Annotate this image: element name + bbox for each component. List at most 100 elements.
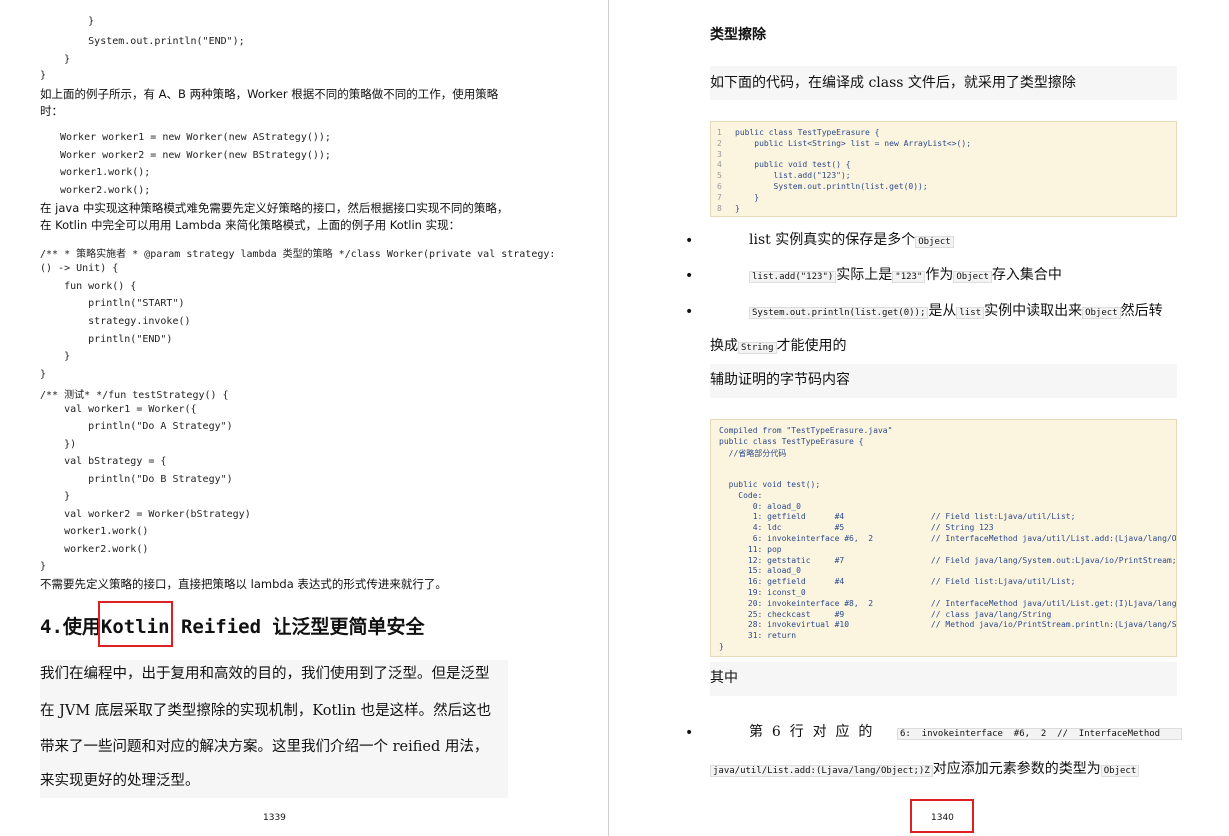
code-line: Worker worker2 = new Worker(new BStrateg… (60, 150, 331, 161)
kotlin-code-line: } (40, 351, 71, 362)
paragraph-line: 在 java 中实现这种策略模式难免需要先定义好策略的接口，然后根据接口实现不同… (40, 201, 509, 215)
bullet-text: 作为 (925, 267, 954, 283)
bullet-continuation: java/util/List.add:(Ljava/lang/Object;)Z… (710, 761, 1140, 780)
inline-code: Object (915, 236, 954, 248)
code-line: System.out.println("END"); (40, 36, 245, 47)
line-number: 6 (717, 182, 722, 191)
bytecode-line: 25: checkcast #9 // class java/lang/Stri… (719, 609, 1052, 619)
code-line: Worker worker1 = new Worker(new AStrateg… (60, 132, 331, 143)
line-number: 3 (717, 149, 722, 159)
bullet-continuation: 换成 String 才能使用的 (710, 338, 847, 357)
code-line: } (40, 54, 71, 65)
inline-code: "123" (892, 271, 926, 283)
red-highlight-box (98, 601, 173, 647)
bytecode-line: //省略部分代码 (719, 448, 787, 458)
bytecode-line: 1: getfield #4 // Field list:Ljava/util/… (719, 512, 1076, 522)
bullet-item: System.out.println(list.get(0)); 是从 list 实例… (749, 303, 1163, 322)
bytecode-line: 28: invokevirtual #10 // Method java/io/… (719, 620, 1177, 630)
code-line: } (735, 203, 740, 213)
paragraph-line: 不需要先定义策略的接口，直接把策略以 lambda 表达式的形式传进来就行了。 (40, 577, 447, 591)
line-number: 7 (717, 192, 722, 202)
bytecode-line: public class TestTypeErasure { (719, 436, 864, 446)
inline-code: Object (1082, 307, 1121, 319)
bullet-text: 才能使用的 (776, 338, 847, 354)
code-line: System.out.println(list.get(0)); (735, 182, 928, 191)
line-number: 4 (717, 160, 722, 170)
code-line: } (40, 70, 47, 81)
kotlin-code-line: println("Do B Strategy") (40, 474, 233, 485)
bullet-dot-icon: • (685, 725, 694, 741)
bytecode-line: 11: pop (719, 544, 782, 554)
bullet-dot-icon: • (685, 233, 694, 249)
bytecode-line: 6: invokeinterface #6, 2 // InterfaceMet… (719, 534, 1177, 543)
code-block-java: 1 public class TestTypeErasure {2 public … (710, 121, 1177, 217)
inline-code: Object (953, 271, 992, 283)
bullet-item: list.add("123") 实际上是 "123" 作为 Object 存入集合中 (749, 267, 1062, 286)
page-number: 1339 (263, 813, 286, 823)
inline-code: String (738, 342, 777, 354)
among-shade (710, 662, 1177, 696)
bytecode-line: public void test(); (719, 480, 821, 489)
body-line: 来实现更好的处理泛型。 (40, 773, 200, 789)
kotlin-code-line: println("START") (40, 298, 185, 309)
heading-suffix: Reified 让泛型更简单安全 (169, 616, 425, 638)
inline-code: 6: invokeinterface #6, 2 // InterfaceMet… (897, 728, 1182, 740)
bytecode-line: 12: getstatic #7 // Field java/lang/Syst… (719, 555, 1177, 565)
bytecode-line: 19: iconst_0 (719, 588, 806, 597)
paragraph-line: 如上面的例子所示，有 A、B 两种策略，Worker 根据不同的策略做不同的工作… (40, 87, 499, 101)
code-line: public class TestTypeErasure { (735, 128, 880, 137)
code-line: list.add("123"); (735, 171, 851, 181)
body-line: 带来了一些问题和对应的解决方案。这里我们介绍一个 reified 用法， (40, 739, 489, 755)
bullet-item: list 实例真实的保存是多个 Object (749, 232, 954, 251)
bullet-dot-icon: • (685, 268, 694, 284)
paragraph-line: 在 Kotlin 中完全可以用用 Lambda 来简化策略模式，上面的例子用 K… (40, 218, 461, 232)
left-page: } System.out.println("END"); } } 如上面的例子所… (0, 0, 608, 836)
inline-code: Object (1100, 765, 1140, 777)
heading-prefix: 4.使用 (40, 616, 101, 638)
kotlin-code-line: worker1.work() (40, 526, 149, 537)
bytecode-line: Compiled from "TestTypeErasure.java" (719, 426, 893, 435)
bullet-text: 存入集合中 (991, 267, 1062, 283)
bullet-item: 第 6 行 对 应 的 (749, 724, 872, 741)
kotlin-code-line: val worker2 = Worker(bStrategy) (40, 509, 251, 520)
bytecode-line: } (719, 642, 724, 651)
paragraph-line: 时： (40, 104, 63, 118)
kotlin-code-line: println("Do A Strategy") (40, 421, 233, 432)
code-line: worker1.work(); (60, 167, 151, 178)
bullet-dot-icon: • (685, 304, 694, 320)
code-line: public void test() { (735, 160, 851, 170)
kotlin-code-line: val worker1 = Worker({ (40, 404, 197, 415)
page-number: 1340 (931, 813, 954, 823)
inline-code: list.add("123") (749, 271, 837, 283)
bytecode-title: 辅助证明的字节码内容 (710, 372, 850, 388)
bullet-text: 实例中读取出来 (984, 303, 1083, 319)
kotlin-code-line: /** 测试* */fun testStrategy() { (40, 390, 229, 401)
inline-code: list (956, 307, 985, 319)
kotlin-code-line: println("END") (40, 334, 173, 345)
bullet-text: 是从 (928, 303, 957, 319)
bytecode-line: 20: invokeinterface #8, 2 // InterfaceMe… (719, 598, 1177, 608)
bytecode-line: 15: aload_0 (719, 566, 801, 576)
intro-text: 如下面的代码，在编译成 class 文件后，就采用了类型擦除 (710, 75, 1076, 91)
kotlin-code-line: val bStrategy = { (40, 456, 167, 467)
line-number: 1 (717, 128, 722, 137)
kotlin-code-line: } (40, 491, 71, 502)
kotlin-code-line: } (40, 369, 47, 380)
kotlin-code-line: () -> Unit) { (40, 263, 119, 274)
bullet-text: list 实例真实的保存是多个 (749, 232, 916, 248)
bytecode-line: 31: return (719, 631, 797, 641)
line-number: 8 (717, 203, 722, 213)
section-title: 类型擦除 (710, 27, 766, 43)
kotlin-code-line: fun work() { (40, 281, 137, 292)
among-text: 其中 (710, 670, 738, 686)
kotlin-code-line: worker2.work() (40, 544, 149, 555)
bullet-text: 对应添加元素参数的类型为 (932, 761, 1101, 777)
right-page: 类型擦除 如下面的代码，在编译成 class 文件后，就采用了类型擦除 1 pub… (609, 0, 1229, 836)
bullet-text: 第 6 行 对 应 的 (749, 724, 873, 740)
kotlin-code-line: strategy.invoke() (40, 316, 191, 327)
body-line: 在 JVM 底层采取了类型擦除的实现机制，Kotlin 也是这样。然后这也 (40, 703, 492, 719)
bytecode-line: Code: (719, 490, 763, 500)
bytecode-line: 0: aload_0 (719, 501, 801, 511)
kotlin-code-line: }) (40, 439, 77, 450)
line-number: 5 (717, 171, 722, 181)
